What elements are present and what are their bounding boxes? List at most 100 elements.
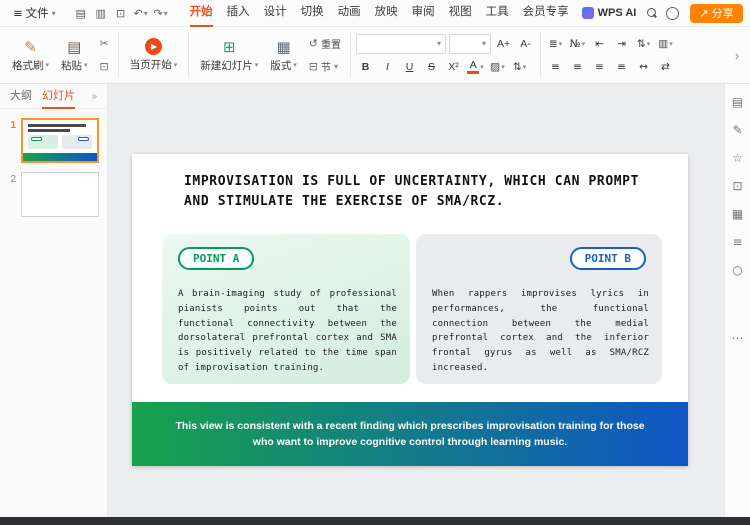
conclusion-banner-text: This view is consistent with a recent fi… — [170, 418, 650, 450]
bold-button[interactable]: B — [356, 58, 375, 77]
selection-pane-button[interactable]: ○ — [730, 262, 746, 278]
tab-design[interactable]: 设计 — [257, 0, 294, 27]
toolbar-expand-button[interactable]: › — [730, 34, 744, 76]
chevron-down-icon: ▾ — [164, 9, 168, 18]
underline-label: U — [406, 61, 414, 73]
account-button[interactable] — [662, 4, 682, 23]
search-button[interactable] — [642, 4, 662, 23]
distribute-button[interactable]: ↔ — [634, 57, 653, 76]
point-a-box[interactable]: POINT A A brain-imaging study of profess… — [162, 234, 410, 384]
new-slide-button[interactable]: ⊞ 新建幻灯片▾ — [194, 36, 264, 75]
line-spacing-button[interactable]: ⇅ ▾ — [634, 34, 653, 53]
underline-button[interactable]: U — [400, 58, 419, 77]
play-from-current-button[interactable]: ▶ 当页开始▾ — [124, 36, 184, 74]
wps-ai-button[interactable]: WPS AI — [576, 7, 643, 19]
slide-1-thumbnail[interactable] — [21, 118, 99, 163]
layout-button[interactable]: ▦ 版式▾ — [264, 36, 303, 75]
align-center-button[interactable]: ≡ — [568, 57, 587, 76]
tab-review[interactable]: 审阅 — [405, 0, 442, 27]
divider — [118, 32, 119, 78]
text-direction-button[interactable]: ⇄ — [656, 57, 675, 76]
print-button[interactable]: ▥ — [91, 4, 111, 23]
ribbon-tabs: 开始 插入 设计 切换 动画 放映 审阅 视图 工具 会员专享 — [183, 0, 576, 27]
reset-section-group: ↺ 重置 ⊟ 节 ▾ — [305, 34, 345, 77]
comments-pane-button[interactable]: ≡ — [730, 234, 746, 250]
paragraph-group: ≣ ▾ № ▾ ⇤ ⇥ ⇅ ▾ ▥ ▾ — [546, 34, 675, 76]
animation-pane-button[interactable]: ▦ — [730, 206, 746, 222]
ribbon-toolbar: ✎ 格式刷▾ ▤ 粘贴▾ ✂ ⊡ ▶ 当页开始▾ ⊞ 新建幻灯片▾ ▦ 版式 — [0, 27, 750, 84]
tab-slideshow[interactable]: 放映 — [368, 0, 405, 27]
chevron-down-icon: ▾ — [501, 63, 505, 71]
export-button[interactable]: ⊡ — [111, 4, 131, 23]
collapse-panel-button[interactable]: » — [91, 91, 97, 102]
font-name-select[interactable]: ▾ — [356, 34, 446, 54]
distribute-icon: ↔ — [639, 61, 648, 73]
transition-pane-button[interactable]: ⊡ — [730, 178, 746, 194]
character-spacing-button[interactable]: ⇅ ▾ — [510, 58, 529, 77]
new-slide-icon: ⊞ — [223, 38, 236, 56]
align-left-button[interactable]: ≡ — [546, 57, 565, 76]
smart-beautify-button[interactable]: ✎ — [730, 122, 746, 138]
strikethrough-button[interactable]: S — [422, 58, 441, 77]
conclusion-banner[interactable]: This view is consistent with a recent fi… — [132, 402, 688, 466]
slide-2-thumbnail[interactable] — [21, 172, 99, 217]
object-properties-button[interactable]: ▤ — [730, 94, 746, 110]
tab-animation[interactable]: 动画 — [331, 0, 368, 27]
font-size-select[interactable]: ▾ — [449, 34, 491, 54]
tab-outline[interactable]: 大纲 — [10, 84, 32, 109]
tab-transitions[interactable]: 切换 — [294, 0, 331, 27]
bullets-button[interactable]: ≣ ▾ — [546, 34, 565, 53]
tab-home[interactable]: 开始 — [183, 0, 220, 27]
divider — [350, 32, 351, 78]
design-pane-button[interactable]: ☆ — [730, 150, 746, 166]
redo-button[interactable]: ↷ ▾ — [151, 4, 171, 23]
tab-member[interactable]: 会员专享 — [516, 0, 576, 27]
more-panes-button[interactable]: ⋯ — [730, 330, 746, 346]
tab-view[interactable]: 视图 — [442, 0, 479, 27]
save-button[interactable]: ▤ — [71, 4, 91, 23]
slide-editing-area[interactable]: IMPROVISATION IS FULL OF UNCERTAINTY, WH… — [132, 154, 688, 466]
italic-button[interactable]: I — [378, 58, 397, 77]
window-bottom-edge — [0, 517, 750, 525]
undo-button[interactable]: ↶ ▾ — [131, 4, 151, 23]
comments-pane-icon: ≡ — [732, 235, 742, 249]
share-button[interactable]: ↗ 分享 — [690, 4, 742, 23]
clipboard-icon: ▤ — [67, 38, 81, 56]
reset-label: 重置 — [321, 36, 341, 51]
copy-icon: ⊡ — [100, 60, 109, 73]
increase-font-button[interactable]: A+ — [494, 34, 513, 53]
right-sidebar: ▤ ✎ ☆ ⊡ ▦ ≡ ○ ⋯ — [724, 84, 750, 517]
decrease-indent-icon: ⇤ — [595, 38, 604, 50]
tab-insert[interactable]: 插入 — [220, 0, 257, 27]
point-b-text[interactable]: When rappers improvises lyrics in perfor… — [432, 287, 649, 376]
cut-button[interactable]: ✂ — [96, 34, 113, 54]
reset-button[interactable]: ↺ 重置 — [305, 34, 345, 54]
format-painter-button[interactable]: ✎ 格式刷▾ — [6, 36, 55, 75]
decrease-indent-button[interactable]: ⇤ — [590, 34, 609, 53]
columns-button[interactable]: ▥ ▾ — [656, 34, 675, 53]
paste-button[interactable]: ▤ 粘贴▾ — [55, 36, 94, 75]
highlight-button[interactable]: ▨ ▾ — [488, 58, 507, 77]
align-justify-button[interactable]: ≡ — [612, 57, 631, 76]
align-left-icon: ≡ — [551, 61, 560, 73]
slide-title-textbox[interactable]: IMPROVISATION IS FULL OF UNCERTAINTY, WH… — [184, 172, 656, 212]
chevron-down-icon: ▾ — [482, 39, 486, 48]
chevron-down-icon: ▾ — [84, 61, 88, 69]
point-a-badge[interactable]: POINT A — [178, 247, 254, 270]
point-b-box[interactable]: POINT B When rappers improvises lyrics i… — [416, 234, 662, 384]
point-b-badge[interactable]: POINT B — [570, 247, 646, 270]
copy-button[interactable]: ⊡ — [96, 57, 113, 77]
superscript-button[interactable]: X² — [444, 58, 463, 77]
align-right-button[interactable]: ≡ — [590, 57, 609, 76]
decrease-font-button[interactable]: A- — [516, 34, 535, 53]
tab-slides[interactable]: 幻灯片 — [42, 84, 75, 109]
increase-indent-button[interactable]: ⇥ — [612, 34, 631, 53]
file-menu-button[interactable]: ≡ 文件 ▾ — [8, 5, 61, 21]
tab-tools[interactable]: 工具 — [479, 0, 516, 27]
point-a-text[interactable]: A brain-imaging study of professional pi… — [178, 287, 397, 376]
superscript-label: X² — [448, 61, 459, 73]
numbering-button[interactable]: № ▾ — [568, 34, 587, 53]
section-button[interactable]: ⊟ 节 ▾ — [305, 57, 345, 77]
font-color-button[interactable]: A ▾ — [466, 58, 485, 77]
menu-bar: ≡ 文件 ▾ ▤ ▥ ⊡ ↶ ▾ ↷ ▾ 开始 插入 设计 切换 动画 放映 — [0, 0, 750, 27]
